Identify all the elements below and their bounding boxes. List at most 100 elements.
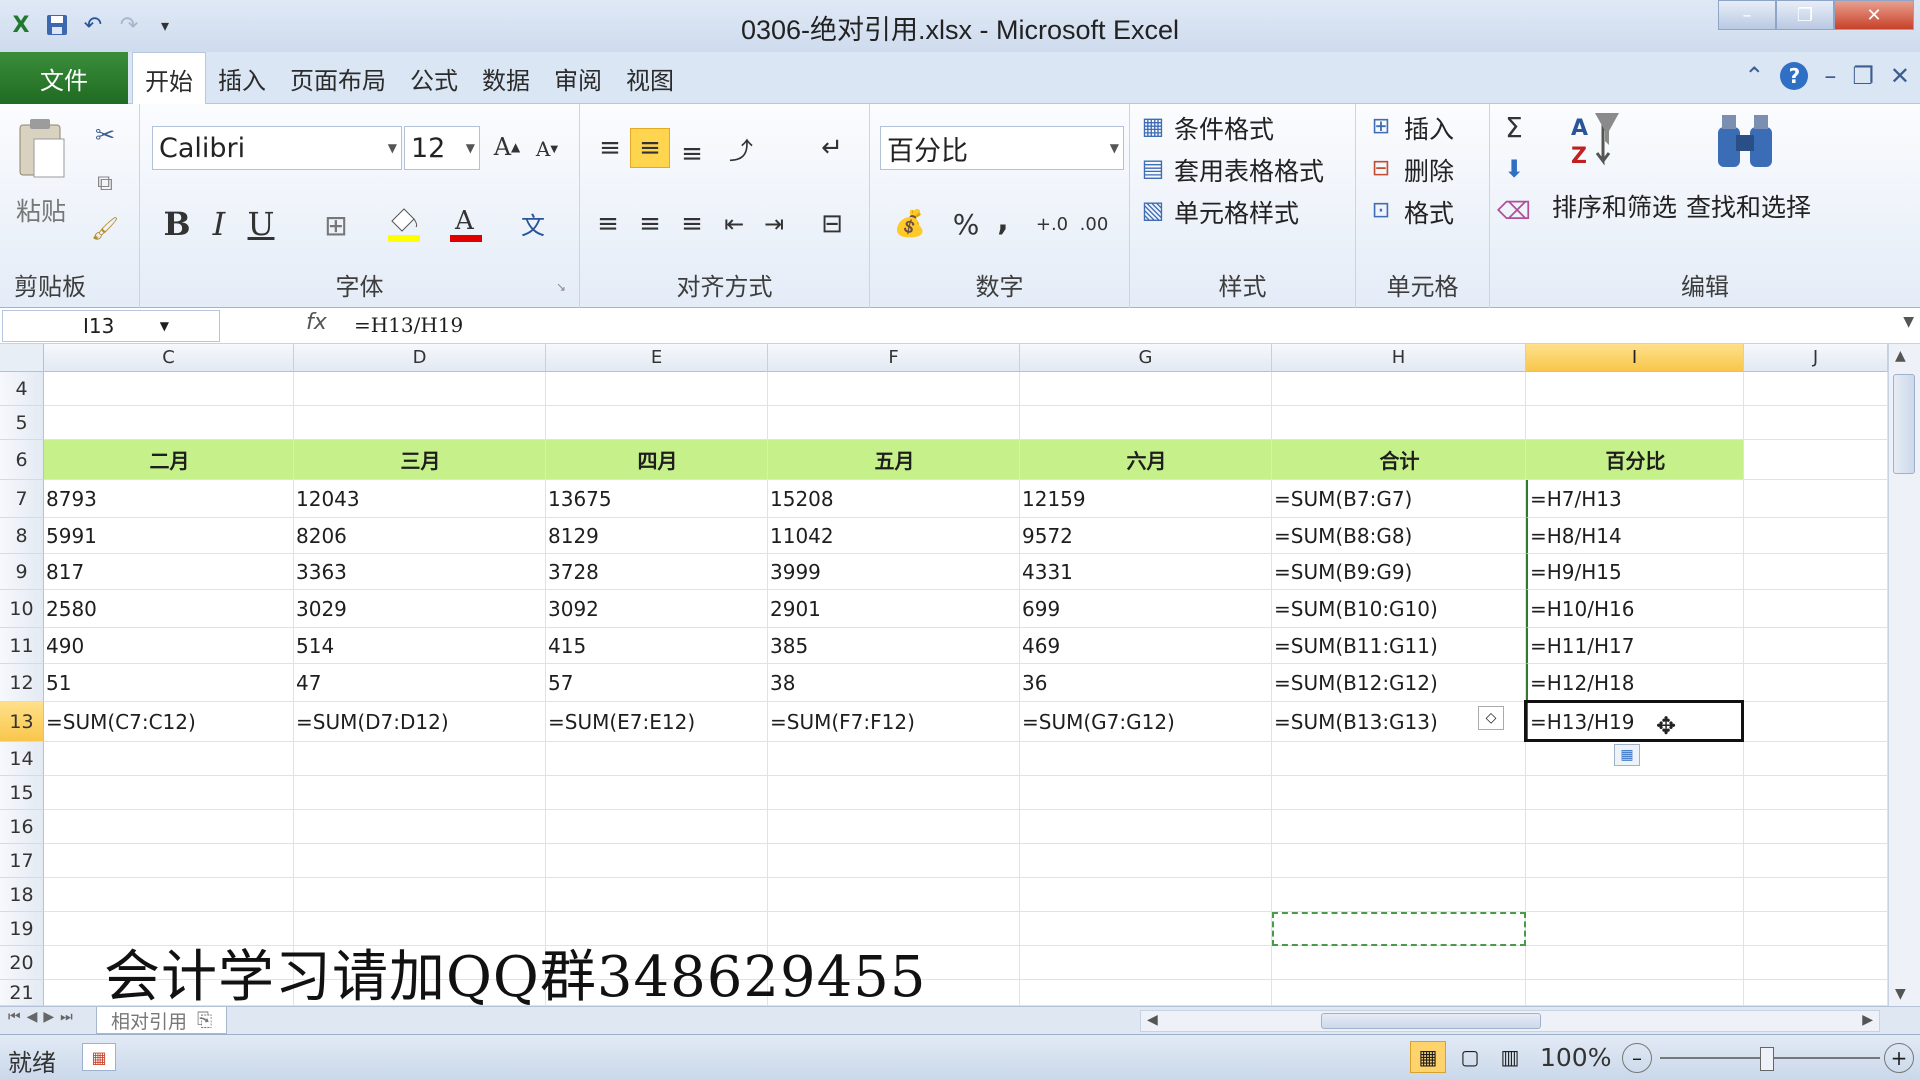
empty-cell[interactable] bbox=[1744, 742, 1888, 776]
file-tab[interactable]: 文件 bbox=[0, 52, 128, 104]
empty-cell[interactable] bbox=[1272, 742, 1526, 776]
empty-cell[interactable] bbox=[1020, 810, 1272, 844]
row-header-15[interactable]: 15 bbox=[0, 776, 44, 810]
doc-close-icon[interactable]: ✕ bbox=[1890, 62, 1910, 90]
table-cell[interactable]: =H7/H13 bbox=[1526, 480, 1744, 518]
table-cell[interactable]: 8129 bbox=[546, 518, 768, 554]
table-cell[interactable]: =SUM(D7:D12) bbox=[294, 702, 546, 742]
collapse-ribbon-icon[interactable]: ⌃ bbox=[1744, 62, 1764, 90]
table-cell[interactable]: 4331 bbox=[1020, 554, 1272, 590]
comma-style-button[interactable]: , bbox=[988, 200, 1018, 240]
empty-cell[interactable] bbox=[1744, 554, 1888, 590]
vertical-scrollbar[interactable]: ▲ ▼ bbox=[1888, 344, 1920, 1006]
empty-cell[interactable] bbox=[1744, 440, 1888, 480]
tab-insert[interactable]: 插入 bbox=[206, 52, 278, 104]
table-cell[interactable]: =H13/H19 bbox=[1526, 702, 1744, 742]
clear-icon[interactable]: ⌫ bbox=[1494, 194, 1534, 228]
sort-filter-button[interactable]: 排序和筛选 bbox=[1552, 188, 1677, 224]
table-format-button[interactable]: 套用表格格式 bbox=[1174, 152, 1324, 188]
row-header-12[interactable]: 12 bbox=[0, 664, 44, 702]
doc-restore-icon[interactable]: ❐ bbox=[1852, 62, 1874, 90]
empty-cell[interactable] bbox=[546, 878, 768, 912]
zoom-level[interactable]: 100% bbox=[1540, 1043, 1611, 1072]
table-cell[interactable]: 57 bbox=[546, 664, 768, 702]
empty-cell[interactable] bbox=[294, 742, 546, 776]
table-cell[interactable]: 469 bbox=[1020, 628, 1272, 664]
row-header-14[interactable]: 14 bbox=[0, 742, 44, 776]
minimize-icon[interactable]: – bbox=[1718, 0, 1776, 30]
tab-home[interactable]: 开始 bbox=[132, 52, 206, 105]
table-cell[interactable]: 490 bbox=[44, 628, 294, 664]
row-header-5[interactable]: 5 bbox=[0, 406, 44, 440]
empty-cell[interactable] bbox=[1020, 980, 1272, 1006]
zoom-in-icon[interactable]: + bbox=[1884, 1043, 1914, 1073]
empty-cell[interactable] bbox=[1272, 372, 1526, 406]
empty-cell[interactable] bbox=[294, 810, 546, 844]
empty-cell[interactable] bbox=[768, 742, 1020, 776]
normal-view-icon[interactable]: ▦ bbox=[1410, 1041, 1446, 1073]
column-header-f[interactable]: F bbox=[768, 344, 1020, 372]
row-header-21[interactable]: 21 bbox=[0, 980, 44, 1006]
empty-cell[interactable] bbox=[1744, 702, 1888, 742]
table-header-cell[interactable]: 六月 bbox=[1020, 440, 1272, 480]
empty-cell[interactable] bbox=[1526, 980, 1744, 1006]
table-cell[interactable]: 12043 bbox=[294, 480, 546, 518]
table-cell[interactable]: 8206 bbox=[294, 518, 546, 554]
empty-cell[interactable] bbox=[1526, 372, 1744, 406]
empty-cell[interactable] bbox=[44, 406, 294, 440]
table-cell[interactable]: =H12/H18 bbox=[1526, 664, 1744, 702]
borders-icon[interactable]: ⊞ bbox=[316, 206, 356, 244]
empty-cell[interactable] bbox=[546, 406, 768, 440]
empty-cell[interactable] bbox=[1526, 406, 1744, 440]
scroll-down-icon[interactable]: ▼ bbox=[1895, 986, 1906, 1002]
table-cell[interactable]: 12159 bbox=[1020, 480, 1272, 518]
doc-minimize-icon[interactable]: – bbox=[1824, 62, 1836, 90]
table-cell[interactable]: 47 bbox=[294, 664, 546, 702]
empty-cell[interactable] bbox=[768, 776, 1020, 810]
empty-cell[interactable] bbox=[1020, 912, 1272, 946]
sheet-nav-icons[interactable]: ⏮◀▶⏭ bbox=[8, 1009, 79, 1025]
font-color-icon[interactable]: A bbox=[446, 200, 486, 246]
empty-cell[interactable] bbox=[1020, 372, 1272, 406]
table-cell[interactable]: 415 bbox=[546, 628, 768, 664]
bold-button[interactable]: B bbox=[160, 204, 194, 244]
find-select-button[interactable]: 查找和选择 bbox=[1686, 188, 1811, 224]
sheet-tab[interactable]: 相对引用 ⎘ bbox=[96, 1007, 228, 1034]
table-cell[interactable]: 2901 bbox=[768, 590, 1020, 628]
restore-icon[interactable]: ❐ bbox=[1776, 0, 1834, 30]
empty-cell[interactable] bbox=[1272, 406, 1526, 440]
table-cell[interactable]: 514 bbox=[294, 628, 546, 664]
empty-cell[interactable] bbox=[1744, 664, 1888, 702]
empty-cell[interactable] bbox=[1744, 480, 1888, 518]
table-cell[interactable]: =SUM(G7:G12) bbox=[1020, 702, 1272, 742]
table-cell[interactable]: =SUM(B11:G11) bbox=[1272, 628, 1526, 664]
row-header-16[interactable]: 16 bbox=[0, 810, 44, 844]
insert-function-icon[interactable]: fx bbox=[306, 310, 327, 335]
delete-cells-button[interactable]: 删除 bbox=[1404, 152, 1454, 188]
table-cell[interactable]: 2580 bbox=[44, 590, 294, 628]
empty-cell[interactable] bbox=[1272, 776, 1526, 810]
row-header-20[interactable]: 20 bbox=[0, 946, 44, 980]
row-header-4[interactable]: 4 bbox=[0, 372, 44, 406]
column-header-g[interactable]: G bbox=[1020, 344, 1272, 372]
table-cell[interactable]: 3092 bbox=[546, 590, 768, 628]
row-header-10[interactable]: 10 bbox=[0, 590, 44, 628]
empty-cell[interactable] bbox=[44, 742, 294, 776]
error-check-icon[interactable]: ◇ bbox=[1478, 706, 1504, 730]
tab-page-layout[interactable]: 页面布局 bbox=[278, 52, 398, 104]
empty-cell[interactable] bbox=[1272, 980, 1526, 1006]
row-header-8[interactable]: 8 bbox=[0, 518, 44, 554]
table-cell[interactable]: 13675 bbox=[546, 480, 768, 518]
wrap-text-icon[interactable]: ↵ bbox=[810, 128, 854, 168]
empty-cell[interactable] bbox=[44, 372, 294, 406]
column-header-j[interactable]: J bbox=[1744, 344, 1888, 372]
table-header-cell[interactable]: 三月 bbox=[294, 440, 546, 480]
empty-cell[interactable] bbox=[768, 844, 1020, 878]
table-cell[interactable]: =SUM(C7:C12) bbox=[44, 702, 294, 742]
expand-formula-bar-icon[interactable]: ▼ bbox=[1903, 314, 1914, 330]
scroll-right-icon[interactable]: ▶ bbox=[1862, 1012, 1873, 1028]
table-cell[interactable]: 11042 bbox=[768, 518, 1020, 554]
table-cell[interactable]: =SUM(B8:G8) bbox=[1272, 518, 1526, 554]
empty-cell[interactable] bbox=[1744, 518, 1888, 554]
row-header-6[interactable]: 6 bbox=[0, 440, 44, 480]
